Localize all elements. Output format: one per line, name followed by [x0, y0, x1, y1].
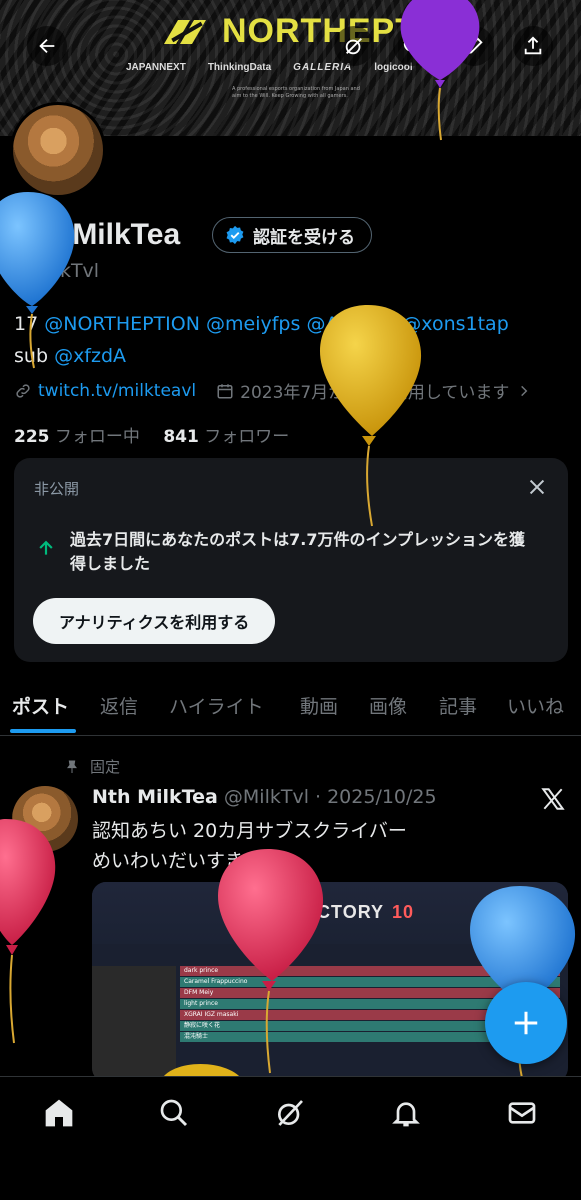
mail-icon: [508, 1102, 536, 1124]
profile-bio: 17 @NORTHEPTION @meiyfps @Aaceful @xons1…: [14, 308, 574, 372]
close-icon[interactable]: [526, 476, 548, 498]
grok-icon: [278, 1100, 303, 1126]
link-icon: [16, 383, 30, 398]
match-thumbnail: [92, 966, 176, 1082]
share-button[interactable]: [513, 26, 553, 66]
nav-messages[interactable]: [504, 1095, 540, 1131]
back-button[interactable]: [27, 26, 67, 66]
banner-caption: A professional esports organization from…: [232, 86, 360, 99]
search-icon: [160, 1099, 188, 1127]
trend-up-icon: [39, 540, 53, 555]
match-score: 13 VICTORY 10: [268, 902, 415, 922]
followers-link[interactable]: 841 フォロワー: [163, 427, 289, 447]
pinned-label: 固定: [90, 758, 121, 776]
active-tab-indicator: [10, 729, 76, 733]
private-analytics-card: 非公開 過去7日間にあなたのポストは7.7万件のインプレッションを獲得しました …: [14, 458, 568, 662]
bio-mention-2[interactable]: @meiyfps: [206, 313, 300, 335]
sponsor-2: ThinkingData: [207, 62, 272, 73]
post-author[interactable]: Nth MilkTea: [92, 786, 218, 808]
grok-button[interactable]: [334, 26, 374, 66]
share-icon: [524, 36, 542, 55]
followers-count: 841: [163, 427, 199, 447]
sponsor-row: JAPANNEXT ThinkingData GALLERIA logicool: [126, 62, 413, 73]
following-count: 225: [14, 427, 50, 447]
home-icon: [45, 1099, 73, 1127]
profile-meta: twitch.tv/milkteavl 2023年7月からXを利用しています: [14, 378, 531, 403]
tab-highlights[interactable]: ハイライト: [169, 692, 264, 719]
brand-mark-icon: [164, 19, 206, 44]
pinned-indicator: 固定: [64, 756, 120, 777]
search-button[interactable]: [393, 26, 433, 66]
analytics-button[interactable]: アナリティクスを利用する: [33, 598, 276, 644]
bio-sub: sub: [14, 345, 49, 367]
verified-badge-icon: [226, 225, 244, 245]
scoreboard-row: Caramel Frappuccino: [180, 977, 560, 987]
profile-avatar[interactable]: [10, 102, 106, 198]
pin-icon: [67, 760, 77, 773]
bio-prefix: 17: [14, 313, 39, 335]
card-label: 非公開: [34, 480, 80, 498]
post-text: 認知あちい 20カ月サブスクライバー めいわいだいすき ❤: [92, 816, 552, 876]
nav-search[interactable]: [156, 1095, 192, 1131]
edit-icon: [465, 37, 483, 55]
post-avatar[interactable]: [12, 786, 78, 852]
profile-handle: @MilkTvl: [14, 260, 100, 282]
tab-replies[interactable]: 返信: [100, 692, 138, 719]
sponsor-3: GALLERIA: [293, 62, 353, 73]
chevron-right-icon[interactable]: [517, 384, 531, 398]
post-header: Nth MilkTea @MilkTvl · 2025/10/25: [92, 786, 437, 808]
post-handle-date: @MilkTvl · 2025/10/25: [223, 786, 437, 808]
nav-notifications[interactable]: [388, 1095, 424, 1131]
followers-label: フォロワー: [204, 427, 290, 447]
bio-sub-mention[interactable]: @xfzdA: [54, 345, 126, 367]
get-verified-button[interactable]: 認証を受ける: [212, 217, 372, 253]
bell-icon: [392, 1102, 420, 1127]
bio-mention-1[interactable]: @NORTHEPTION: [44, 313, 200, 335]
tab-videos[interactable]: 動画: [300, 692, 338, 719]
grok-icon: [345, 38, 362, 55]
match-header: 13 VICTORY 10: [92, 882, 568, 944]
sponsor-1: JAPANNEXT: [126, 62, 186, 73]
profile-tabs: ポスト 返信 ハイライト 動画 画像 記事 いいね: [0, 680, 581, 736]
following-label: フォロー中: [54, 427, 140, 447]
compose-button[interactable]: [485, 982, 567, 1064]
tab-images[interactable]: 画像: [369, 692, 407, 719]
tab-articles[interactable]: 記事: [439, 692, 477, 719]
get-verified-label: 認証を受ける: [253, 227, 355, 248]
calendar-icon: [217, 383, 233, 398]
display-name: Nth MilkTea: [14, 218, 181, 251]
bio-mention-4[interactable]: @xons1tap: [402, 313, 508, 335]
profile-link[interactable]: twitch.tv/milkteavl: [38, 381, 196, 401]
post-text-line-2: めいわいだいすき ❤: [92, 850, 266, 872]
nav-grok[interactable]: [272, 1095, 308, 1131]
post-text-line-1: 認知あちい 20カ月サブスクライバー: [92, 820, 407, 842]
bio-mention-3[interactable]: @Aaceful: [306, 313, 396, 335]
card-message: 過去7日間にあなたのポストは7.7万件のインプレッションを獲得しました: [70, 530, 525, 573]
following-link[interactable]: 225 フォロー中: [14, 427, 140, 447]
plus-icon: [514, 1011, 538, 1035]
tab-posts[interactable]: ポスト: [12, 692, 69, 719]
joined-date: 2023年7月からXを利用しています: [240, 383, 510, 403]
tab-likes[interactable]: いいね: [507, 692, 564, 719]
nav-home[interactable]: [41, 1095, 77, 1131]
edit-button[interactable]: [454, 26, 494, 66]
scoreboard-row: dark prince: [180, 966, 560, 976]
follow-stats: 225 フォロー中 841 フォロワー: [14, 422, 289, 447]
x-logo-icon[interactable]: [540, 786, 566, 812]
back-arrow-icon: [39, 38, 55, 54]
search-icon: [403, 36, 422, 55]
bottom-navigation: [0, 1076, 581, 1200]
